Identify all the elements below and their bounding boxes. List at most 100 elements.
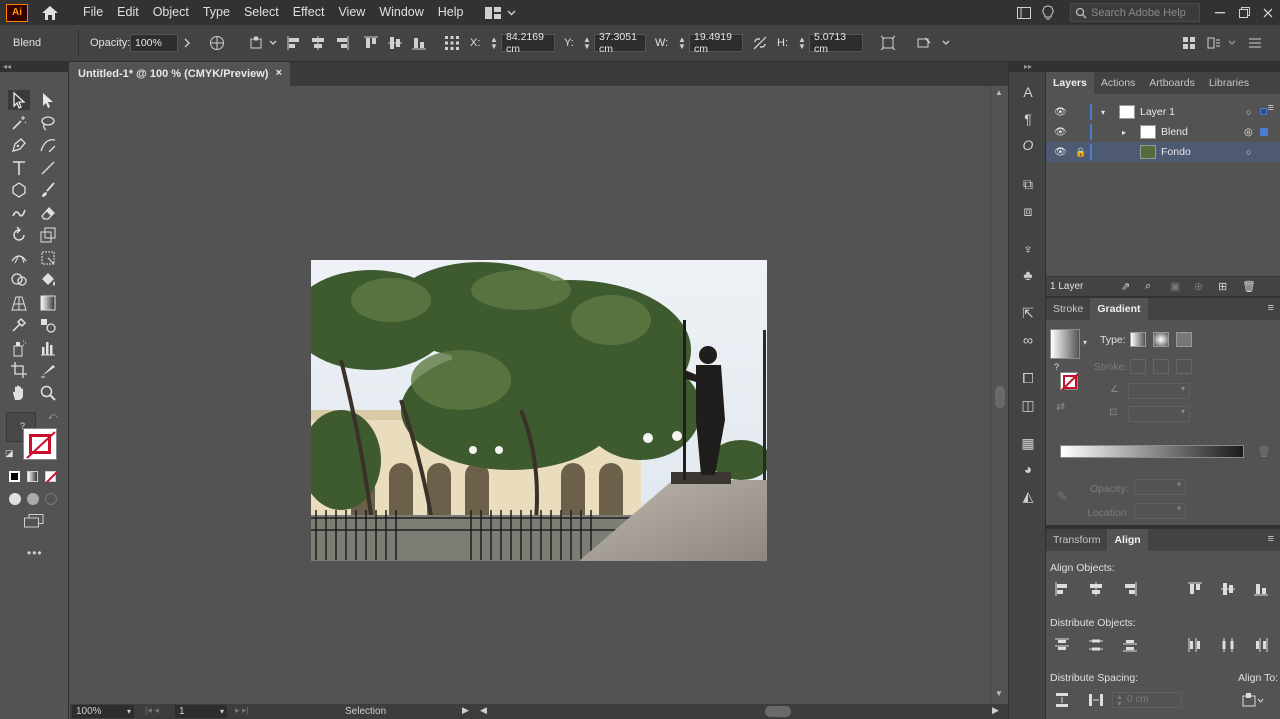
w-stepper[interactable]: ▲ ▼ bbox=[677, 34, 687, 52]
gradient-preview-swatch[interactable] bbox=[1050, 329, 1080, 359]
opacity-input[interactable]: 100% bbox=[130, 34, 178, 52]
gradient-slider[interactable] bbox=[1060, 445, 1244, 458]
column-graph-tool-icon[interactable] bbox=[37, 338, 59, 358]
icon-column-collapse[interactable]: ▸▸ bbox=[1009, 62, 1047, 72]
tab-stroke[interactable]: Stroke bbox=[1046, 298, 1090, 320]
align-left-icon[interactable] bbox=[285, 34, 303, 52]
visibility-eye-icon[interactable]: 👁 bbox=[1054, 127, 1067, 138]
home-icon[interactable] bbox=[40, 3, 60, 23]
scrollbar-thumb[interactable] bbox=[995, 386, 1005, 408]
swap-fill-stroke-icon[interactable]: ⤺ bbox=[48, 411, 58, 422]
puppet-warp-icon[interactable] bbox=[915, 34, 933, 52]
menu-type[interactable]: Type bbox=[196, 0, 237, 25]
align-vertical-center-icon[interactable] bbox=[1220, 581, 1236, 597]
transform-icon[interactable] bbox=[879, 34, 897, 52]
workspace-switcher[interactable] bbox=[484, 6, 516, 19]
rotate-tool-icon[interactable] bbox=[8, 225, 30, 245]
scroll-down-icon[interactable]: ▼ bbox=[995, 689, 1003, 698]
document-tab[interactable]: Untitled-1* @ 100 % (CMYK/Preview) × bbox=[70, 62, 290, 86]
distribute-left-icon[interactable] bbox=[1187, 637, 1203, 653]
tab-actions[interactable]: Actions bbox=[1094, 72, 1142, 94]
search-input[interactable]: Search Adobe Help bbox=[1070, 3, 1200, 22]
pathfinder-panel-icon[interactable]: ⧠ bbox=[1018, 368, 1038, 388]
gradient-eyedropper-icon[interactable]: ✎ bbox=[1057, 489, 1068, 505]
scale-tool-icon[interactable] bbox=[37, 225, 59, 245]
tab-artboards[interactable]: Artboards bbox=[1142, 72, 1202, 94]
perspective-grid-tool-icon[interactable] bbox=[8, 293, 30, 313]
none-mode-icon[interactable] bbox=[45, 471, 58, 484]
draw-normal-icon[interactable] bbox=[9, 493, 21, 505]
type-tool-icon[interactable] bbox=[8, 158, 30, 178]
selection-tool-icon[interactable] bbox=[8, 90, 30, 110]
align-horizontal-center-icon[interactable] bbox=[309, 34, 327, 52]
constrain-proportions-icon[interactable] bbox=[751, 34, 769, 52]
y-stepper[interactable]: ▲ ▼ bbox=[582, 34, 592, 52]
vertical-distribute-space-icon[interactable] bbox=[1054, 692, 1070, 708]
scroll-left-icon[interactable]: ◀ bbox=[480, 705, 487, 716]
close-window-icon[interactable] bbox=[1256, 3, 1280, 23]
menu-help[interactable]: Help bbox=[431, 0, 471, 25]
control-bar-menu-icon[interactable] bbox=[1246, 34, 1264, 52]
draw-inside-icon[interactable] bbox=[45, 493, 57, 505]
tab-layers[interactable]: Layers bbox=[1046, 72, 1094, 94]
live-paint-bucket-icon[interactable] bbox=[37, 270, 59, 290]
edit-toolbar-icon[interactable]: ••• bbox=[27, 546, 43, 560]
color-guide-panel-icon[interactable]: ◕ bbox=[1018, 459, 1038, 479]
align-right-icon[interactable] bbox=[333, 34, 351, 52]
menu-edit[interactable]: Edit bbox=[110, 0, 146, 25]
clipping-mask-icon[interactable]: ▣ bbox=[1170, 280, 1180, 293]
spacing-value-input[interactable]: ▲ ▼ 0 cm bbox=[1112, 692, 1182, 708]
polygon-tool-icon[interactable] bbox=[8, 180, 30, 200]
lock-icon[interactable]: 🔒 bbox=[1075, 147, 1086, 158]
eyedropper-tool-icon[interactable] bbox=[8, 315, 30, 335]
distribute-bottom-icon[interactable] bbox=[1122, 637, 1138, 653]
symbols-panel-icon[interactable]: ♣ bbox=[1018, 265, 1038, 285]
x-stepper[interactable]: ▲ ▼ bbox=[489, 34, 499, 52]
chevron-down-icon[interactable] bbox=[264, 34, 282, 52]
free-transform-tool-icon[interactable] bbox=[37, 248, 59, 268]
artboard-photo-fondo[interactable] bbox=[311, 260, 767, 561]
align-left-icon[interactable] bbox=[1054, 581, 1070, 597]
toolbar-collapse-handle[interactable]: ◂◂ bbox=[0, 62, 69, 72]
opentype-panel-icon[interactable]: O bbox=[1018, 135, 1038, 155]
last-artboard-icon[interactable]: ▸ ▸| bbox=[235, 705, 249, 716]
distribute-horizontal-center-icon[interactable] bbox=[1220, 637, 1236, 653]
arrange-documents-icon[interactable] bbox=[1012, 3, 1036, 23]
reverse-gradient-icon[interactable]: ⇄ bbox=[1056, 400, 1065, 413]
menu-window[interactable]: Window bbox=[372, 0, 430, 25]
freeform-gradient-button[interactable] bbox=[1176, 332, 1192, 347]
swatches-panel-icon[interactable]: ▦ bbox=[1018, 433, 1038, 453]
gradient-tool-icon[interactable] bbox=[37, 293, 59, 313]
paintbrush-tool-icon[interactable] bbox=[37, 180, 59, 200]
align-panel-menu-icon[interactable]: ≡ bbox=[1268, 533, 1274, 545]
radial-gradient-button[interactable] bbox=[1153, 332, 1169, 347]
selection-indicator[interactable] bbox=[1260, 128, 1268, 136]
links-panel-icon[interactable]: ∞ bbox=[1018, 330, 1038, 350]
stroke-along-button[interactable] bbox=[1153, 359, 1169, 374]
align-to-selection-icon[interactable] bbox=[1242, 692, 1264, 708]
character-panel-icon[interactable]: A bbox=[1018, 82, 1038, 102]
horizontal-scrollbar-thumb[interactable] bbox=[765, 706, 791, 717]
target-circle-icon[interactable]: ○ bbox=[1246, 147, 1251, 157]
blend-tool-icon[interactable] bbox=[37, 315, 59, 335]
linear-gradient-button[interactable] bbox=[1130, 332, 1146, 347]
dock-header[interactable] bbox=[1046, 62, 1280, 72]
draw-behind-icon[interactable] bbox=[27, 493, 39, 505]
screen-mode-icon[interactable] bbox=[24, 514, 44, 528]
transparency-panel-icon[interactable]: ◫ bbox=[1018, 395, 1038, 415]
distribute-vertical-center-icon[interactable] bbox=[1088, 637, 1104, 653]
paragraph-panel-icon[interactable]: ¶ bbox=[1018, 109, 1038, 129]
recolor-artwork-icon[interactable] bbox=[208, 34, 226, 52]
aspect-ratio-input[interactable]: ▾ bbox=[1128, 406, 1190, 422]
lasso-tool-icon[interactable] bbox=[37, 113, 59, 133]
brushes-panel-icon[interactable]: ♆ bbox=[1018, 239, 1038, 259]
new-sublayer-icon[interactable]: ⊕ bbox=[1194, 280, 1203, 293]
glyphs-panel-icon[interactable]: ⧉ bbox=[1018, 174, 1038, 194]
target-selected-icon[interactable]: ◎ bbox=[1244, 127, 1253, 138]
first-artboard-icon[interactable]: |◂ ◂ bbox=[145, 705, 159, 716]
line-segment-tool-icon[interactable] bbox=[37, 158, 59, 178]
visibility-eye-icon[interactable]: 👁 bbox=[1054, 107, 1067, 118]
align-top-icon[interactable] bbox=[1187, 581, 1203, 597]
default-fill-stroke-icon[interactable]: ◪ bbox=[5, 448, 14, 459]
tab-align[interactable]: Align bbox=[1107, 529, 1148, 551]
